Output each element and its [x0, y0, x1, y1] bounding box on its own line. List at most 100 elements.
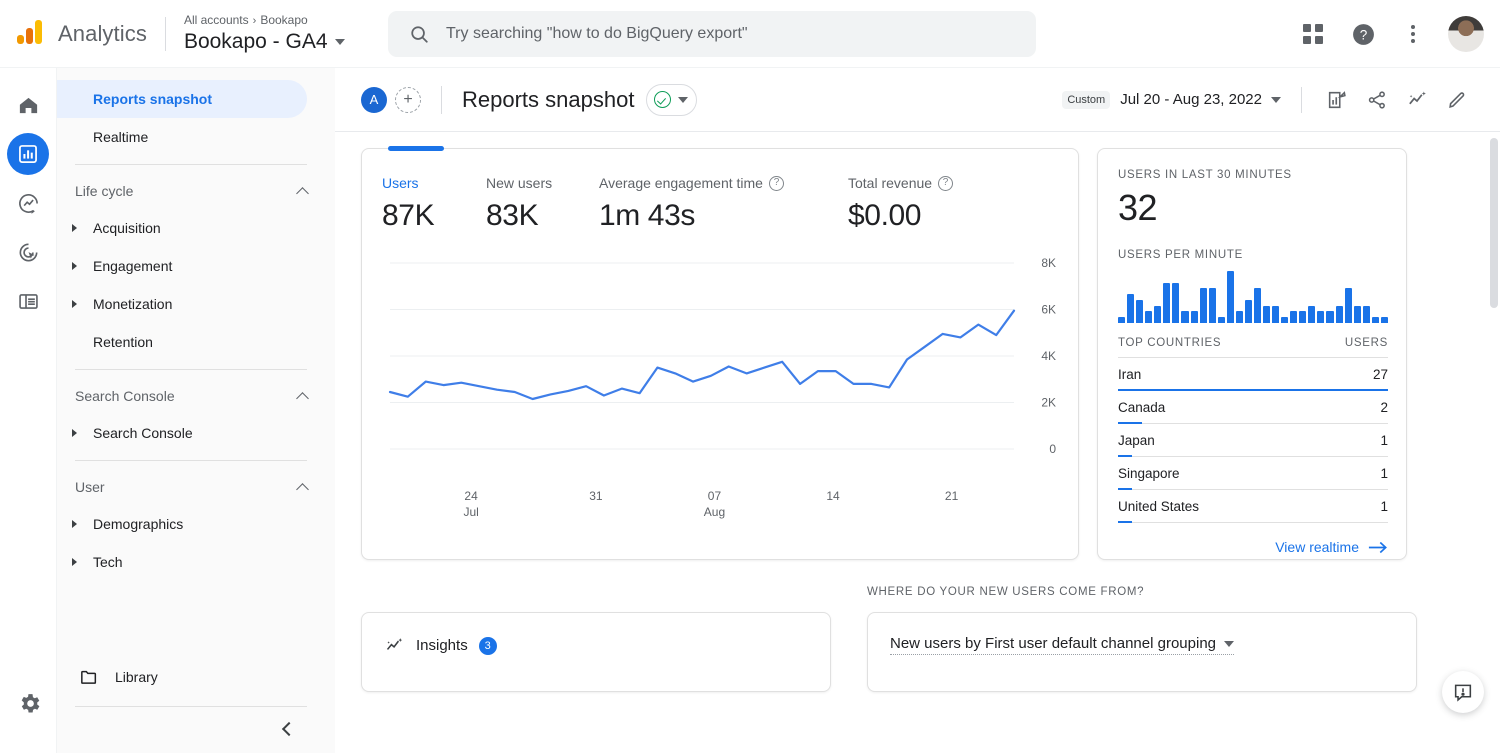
bar [1308, 305, 1316, 323]
table-row[interactable]: Japan 1 [1118, 424, 1388, 457]
bar [1244, 299, 1252, 323]
sidebar-group-label: Search Console [75, 388, 175, 404]
users-per-minute-label: USERS PER MINUTE [1118, 249, 1243, 261]
collapse-sidebar-button[interactable] [273, 715, 301, 743]
view-realtime-label: View realtime [1275, 539, 1359, 555]
sidebar-item-library[interactable]: Library [57, 657, 335, 697]
metric-label: Total revenue [848, 175, 933, 191]
brand-title: Analytics [58, 20, 147, 46]
compare-icon[interactable] [1318, 81, 1356, 119]
help-icon[interactable]: ? [938, 175, 954, 191]
svg-text:0: 0 [1049, 442, 1056, 456]
table-row[interactable]: Iran 27 [1118, 358, 1388, 391]
svg-text:8K: 8K [1041, 256, 1056, 270]
account-selector[interactable]: All accounts › Bookapo Bookapo - GA4 [184, 12, 345, 55]
rail-item-home[interactable] [7, 84, 49, 126]
country-users: 2 [1380, 400, 1388, 415]
column-header-users: USERS [1344, 337, 1388, 349]
sidebar-group-user[interactable]: User [57, 469, 335, 505]
search-input[interactable]: Try searching "how to do BigQuery export… [388, 11, 1036, 57]
add-collaborator-button[interactable]: + [395, 86, 421, 113]
property-name-label: Bookapo - GA4 [183, 30, 328, 53]
bar [1208, 288, 1216, 323]
avatar[interactable] [1448, 16, 1484, 52]
date-range-picker[interactable]: Jul 20 - Aug 23, 2022 [1120, 91, 1281, 108]
rail-item-advertising[interactable] [7, 231, 49, 273]
insights-icon[interactable] [1398, 81, 1436, 119]
x-tick-day: 14 [826, 489, 840, 503]
pencil-glyph [1449, 91, 1465, 108]
sidebar-group-label: User [75, 479, 105, 495]
svg-text:2K: 2K [1041, 396, 1056, 410]
chevron-down-icon [678, 96, 689, 103]
metric-label-row: Average engagement time ? [599, 175, 848, 191]
feedback-button[interactable] [1442, 671, 1484, 713]
metric-new-users[interactable]: New users 83K [486, 175, 599, 233]
sidebar-item-engagement[interactable]: Engagement [57, 247, 307, 285]
kebab-menu-icon[interactable] [1390, 11, 1436, 57]
realtime-users-label: USERS IN LAST 30 MINUTES [1118, 169, 1292, 181]
metric-value: 83K [486, 199, 539, 232]
metric-label: New users [486, 175, 553, 191]
country-users: 1 [1380, 499, 1388, 514]
country-name: Iran [1118, 367, 1142, 382]
sidebar-item-tech[interactable]: Tech [57, 543, 307, 581]
help-glyph: ? [1352, 23, 1374, 45]
x-axis-tick: 14 [813, 489, 853, 503]
chevron-up-icon [296, 482, 309, 496]
metric-total-revenue[interactable]: Total revenue ? $0.00 [848, 175, 954, 233]
sidebar-group-life-cycle[interactable]: Life cycle [57, 173, 335, 209]
rail-item-explore[interactable] [7, 182, 49, 224]
share-icon[interactable] [1358, 81, 1396, 119]
metric-users[interactable]: Users 87K [382, 175, 486, 233]
metric-avg-engagement-time[interactable]: Average engagement time ? 1m 43s [599, 175, 848, 233]
table-row[interactable]: United States 1 [1118, 490, 1388, 523]
sidebar-item-search-console[interactable]: Search Console [57, 414, 307, 452]
sidebar-item-realtime[interactable]: Realtime [57, 118, 307, 156]
new-users-caption: WHERE DO YOUR NEW USERS COME FROM? [867, 586, 1145, 598]
bar [1353, 305, 1361, 323]
main-scroll-region[interactable]: Users 87K New users 83K Average engageme… [335, 132, 1500, 753]
insights-card[interactable]: Insights 3 [361, 612, 831, 692]
sidebar-group-search-console[interactable]: Search Console [57, 378, 335, 414]
apps-grid-icon[interactable] [1290, 11, 1336, 57]
sidebar-item-retention[interactable]: Retention [57, 323, 307, 361]
sidebar-item-monetization[interactable]: Monetization [57, 285, 307, 323]
help-icon[interactable]: ? [1340, 11, 1386, 57]
new-users-card: New users by First user default channel … [867, 612, 1417, 692]
breadcrumb-root: All accounts [183, 13, 249, 27]
rail-item-reports[interactable] [7, 133, 49, 175]
configure-table-icon [18, 293, 38, 309]
edit-icon[interactable] [1438, 81, 1476, 119]
bar [1172, 282, 1180, 323]
bar [1253, 288, 1261, 323]
sidebar-item-acquisition[interactable]: Acquisition [57, 209, 307, 247]
sidebar-item-label: Monetization [93, 296, 173, 312]
sidebar-item-reports-snapshot[interactable]: Reports snapshot [57, 80, 307, 118]
bar [1326, 311, 1334, 323]
rail-item-admin-settings[interactable] [8, 682, 50, 724]
view-realtime-link[interactable]: View realtime [1118, 539, 1388, 555]
table-row[interactable]: Singapore 1 [1118, 457, 1388, 490]
users-line-chart[interactable]: 0 2K 4K 6K 8K [382, 249, 1062, 499]
status-badge[interactable] [646, 83, 698, 116]
divider [441, 85, 442, 114]
sidebar-item-demographics[interactable]: Demographics [57, 505, 307, 543]
rail-item-configure[interactable] [7, 280, 49, 322]
new-users-dimension-dropdown[interactable]: New users by First user default channel … [890, 635, 1235, 655]
realtime-users-value: 32 [1118, 187, 1158, 228]
bar [1118, 317, 1126, 323]
table-row[interactable]: Canada 2 [1118, 391, 1388, 424]
gear-icon [21, 693, 39, 712]
vertical-scrollbar[interactable] [1490, 138, 1498, 753]
scrollbar-thumb[interactable] [1490, 138, 1498, 308]
help-icon[interactable]: ? [768, 175, 784, 191]
page-title: Reports snapshot [462, 86, 635, 112]
property-name[interactable]: Bookapo - GA4 [184, 29, 345, 55]
insights-row: Insights 3 [384, 635, 808, 656]
sidebar-item-label: Reports snapshot [93, 91, 213, 107]
divider [1301, 86, 1302, 113]
divider [75, 460, 307, 461]
metric-value: 1m 43s [599, 199, 695, 232]
collaborator-avatar[interactable]: A [361, 86, 387, 113]
